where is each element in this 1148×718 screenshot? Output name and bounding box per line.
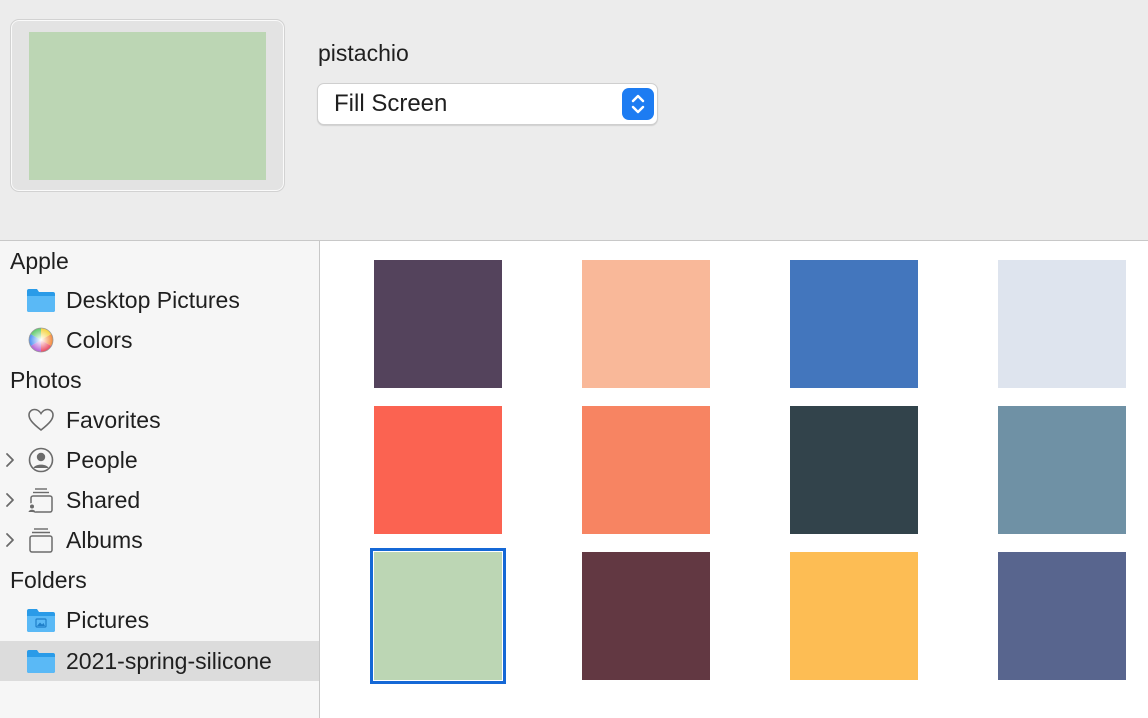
sidebar-item-colors[interactable]: Colors: [0, 320, 319, 360]
wallpaper-swatch[interactable]: [790, 406, 918, 534]
wallpaper-name: pistachio: [318, 40, 409, 66]
chevron-right-icon[interactable]: [3, 532, 17, 548]
wallpaper-preview: [10, 19, 285, 192]
sidebar-item-favorites[interactable]: Favorites: [0, 400, 319, 440]
wallpaper-grid: [320, 241, 1148, 718]
sidebar-item-label: Albums: [66, 527, 143, 553]
sidebar-item-people[interactable]: People: [0, 440, 319, 480]
sidebar-header-photos: Photos: [10, 367, 82, 393]
wallpaper-swatch[interactable]: [790, 260, 918, 388]
sidebar-item-2021-spring-silicone[interactable]: 2021-spring-silicone: [0, 641, 319, 681]
preview-pane: pistachio Fill Screen: [0, 0, 1148, 241]
preview-color-swatch: [29, 32, 266, 180]
albums-stack-icon: [26, 526, 56, 554]
person-circle-icon: [26, 446, 56, 474]
sidebar-item-albums[interactable]: Albums: [0, 520, 319, 560]
sidebar-item-shared[interactable]: Shared: [0, 480, 319, 520]
source-sidebar: Apple Desktop Pictures Colors Photos Fav…: [0, 241, 319, 718]
sidebar-item-label: Desktop Pictures: [66, 287, 240, 313]
chevron-right-icon[interactable]: [3, 492, 17, 508]
wallpaper-swatch[interactable]: [998, 552, 1126, 680]
wallpaper-swatch[interactable]: [998, 406, 1126, 534]
sidebar-header-apple: Apple: [10, 248, 69, 274]
wallpaper-swatch[interactable]: [370, 548, 506, 684]
pictures-folder-icon: [26, 606, 56, 634]
wallpaper-swatch[interactable]: [582, 406, 710, 534]
sidebar-item-pictures[interactable]: Pictures: [0, 600, 319, 640]
wallpaper-swatch[interactable]: [582, 260, 710, 388]
sidebar-item-label: Pictures: [66, 607, 150, 633]
sidebar-header-folders: Folders: [10, 567, 87, 593]
fill-mode-value: Fill Screen: [334, 90, 448, 117]
wallpaper-picker-window: pistachio Fill Screen Apple Desktop Pict…: [0, 0, 1148, 718]
color-wheel-icon: [26, 326, 56, 354]
folder-icon: [26, 647, 56, 675]
sidebar-item-label: People: [66, 447, 138, 473]
sidebar-item-label: Shared: [66, 487, 141, 513]
wallpaper-swatch[interactable]: [374, 406, 502, 534]
folder-icon: [26, 286, 56, 314]
sidebar-item-label: Favorites: [66, 407, 161, 433]
wallpaper-swatch[interactable]: [790, 552, 918, 680]
wallpaper-swatch[interactable]: [998, 260, 1126, 388]
sidebar-item-desktop-pictures[interactable]: Desktop Pictures: [0, 280, 319, 320]
chevron-right-icon[interactable]: [3, 452, 17, 468]
select-stepper-icon[interactable]: [622, 88, 654, 120]
wallpaper-swatch[interactable]: [582, 552, 710, 680]
fill-mode-select[interactable]: Fill Screen: [317, 83, 658, 125]
wallpaper-swatch[interactable]: [374, 260, 502, 388]
sidebar-item-label: 2021-spring-silicone: [66, 648, 272, 674]
sidebar-item-label: Colors: [66, 327, 133, 353]
shared-album-icon: [26, 486, 56, 514]
heart-icon: [26, 406, 56, 434]
